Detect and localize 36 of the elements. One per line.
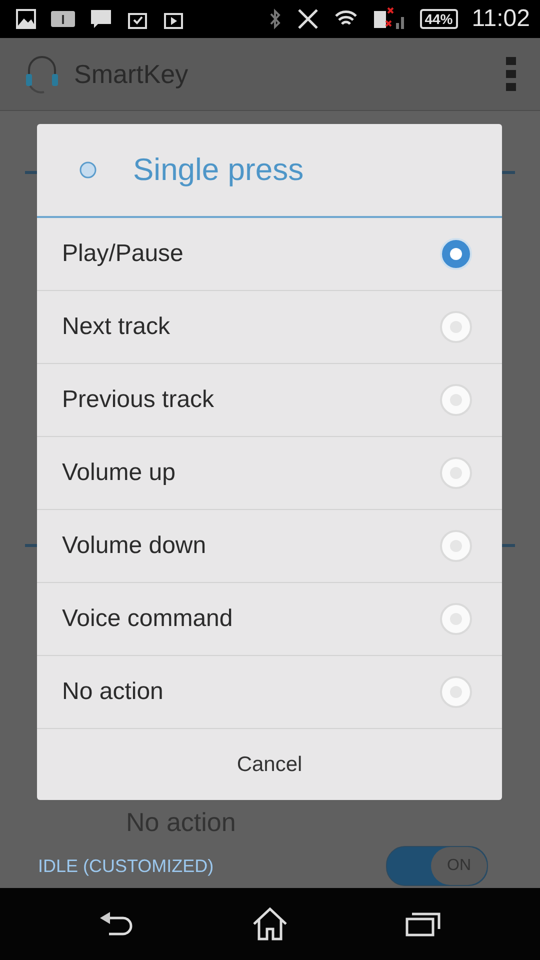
clock-time: 11:02 xyxy=(472,5,530,33)
radio-button[interactable] xyxy=(440,311,472,343)
battery-level: 44% xyxy=(420,9,458,29)
sim-missing-icon xyxy=(372,7,406,31)
radio-button[interactable] xyxy=(440,384,472,416)
option-label: Volume down xyxy=(62,532,206,560)
section-label: IDLE (CUSTOMIZED) xyxy=(38,856,214,876)
cancel-button[interactable]: Cancel xyxy=(37,729,502,800)
radio-button[interactable] xyxy=(440,676,472,708)
option-row[interactable]: Volume up xyxy=(37,437,502,510)
message-icon xyxy=(90,7,112,31)
option-label: Next track xyxy=(62,313,170,341)
radio-button[interactable] xyxy=(440,603,472,635)
option-row[interactable]: Previous track xyxy=(37,364,502,437)
radio-button[interactable] xyxy=(440,457,472,489)
dialog-title: Single press xyxy=(133,152,304,188)
picture-icon xyxy=(16,7,36,31)
option-label: Voice command xyxy=(62,605,233,633)
dot-icon xyxy=(79,161,97,179)
back-icon[interactable] xyxy=(98,910,135,938)
option-label: Volume up xyxy=(62,459,176,487)
recent-apps-icon[interactable] xyxy=(405,911,442,937)
option-row[interactable]: No action xyxy=(37,656,502,729)
option-row[interactable]: Next track xyxy=(37,291,502,364)
option-label: Previous track xyxy=(62,386,214,414)
radio-button[interactable] xyxy=(440,238,472,270)
option-label: No action xyxy=(62,678,164,706)
bluetooth-icon xyxy=(268,7,282,31)
radio-button[interactable] xyxy=(440,530,472,562)
option-row[interactable]: Play/Pause xyxy=(37,218,502,291)
menu-icon[interactable] xyxy=(506,57,516,91)
option-row[interactable]: Volume down xyxy=(37,510,502,583)
home-icon[interactable] xyxy=(252,907,288,941)
nfc-off-icon xyxy=(296,7,320,31)
option-label: Play/Pause xyxy=(62,240,184,268)
option-row[interactable]: Voice command xyxy=(37,583,502,656)
